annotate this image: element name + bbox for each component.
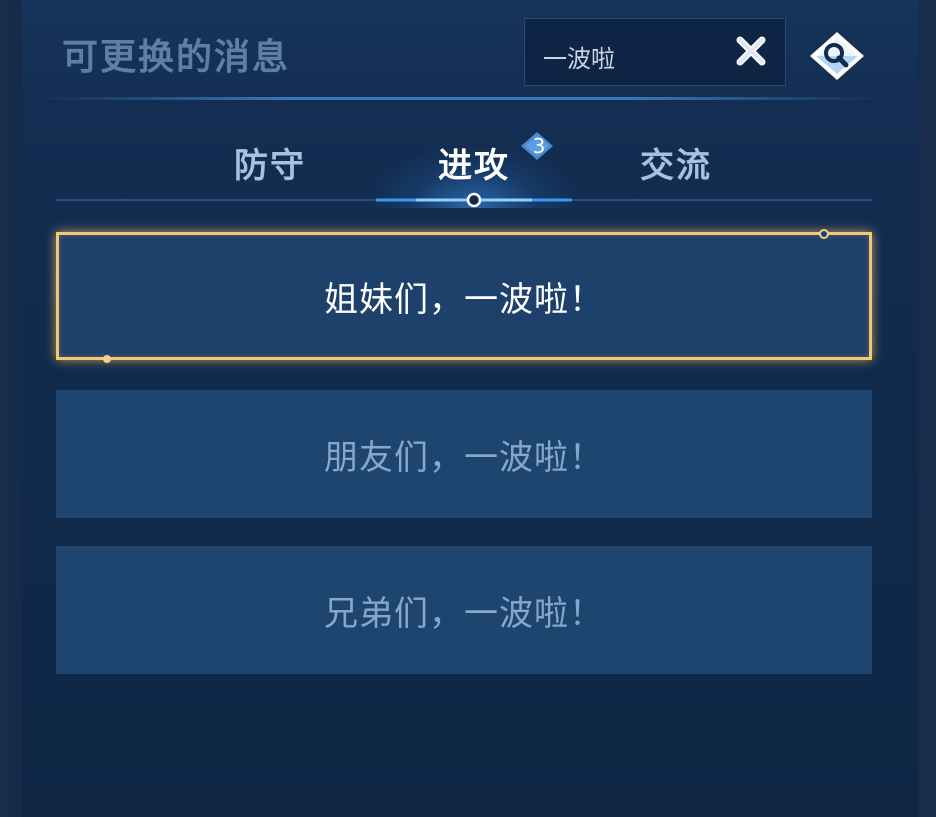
message-text: 朋友们，一波啦！: [324, 437, 604, 478]
tab-communication[interactable]: 交流: [640, 138, 712, 187]
search-icon: [810, 32, 864, 80]
tab-bar: 防守 进攻 交流 3: [56, 128, 872, 208]
corner-dot: [819, 229, 829, 239]
tab-attack[interactable]: 进攻: [438, 138, 510, 187]
search-input[interactable]: 一波啦: [524, 18, 786, 86]
tab-defense[interactable]: 防守: [234, 138, 306, 187]
badge-count: 3: [532, 134, 546, 158]
header-divider: [40, 97, 880, 100]
close-icon[interactable]: [731, 31, 771, 71]
panel-title: 可更换的消息: [62, 37, 291, 78]
search-button[interactable]: [808, 30, 866, 82]
message-item[interactable]: 兄弟们，一波啦！: [56, 546, 872, 674]
tab-attack-badge: 3: [519, 130, 559, 170]
message-text: 姐妹们，一波啦！: [324, 279, 604, 320]
search-input-value[interactable]: 一波啦: [543, 39, 615, 74]
message-item-selected[interactable]: 姐妹们，一波啦！: [56, 229, 872, 363]
message-item[interactable]: 朋友们，一波啦！: [56, 390, 872, 518]
message-text: 兄弟们，一波啦！: [324, 593, 604, 634]
active-tab-indicator: [376, 192, 572, 208]
corner-dot: [103, 355, 111, 363]
